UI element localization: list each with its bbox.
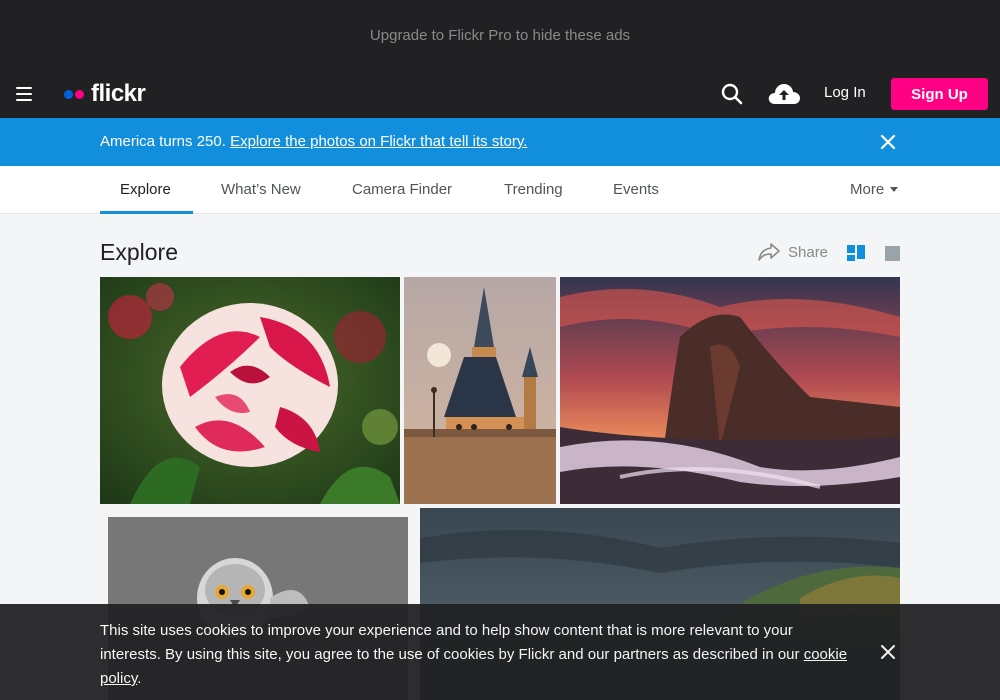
top-navigation: flickr Log In Sign Up bbox=[0, 70, 1000, 118]
cookie-banner: This site uses cookies to improve your e… bbox=[0, 604, 1000, 700]
share-button[interactable]: Share bbox=[758, 242, 828, 262]
logo-blue-dot bbox=[64, 89, 73, 99]
close-icon[interactable] bbox=[880, 134, 896, 150]
page-title: Explore bbox=[100, 239, 178, 265]
more-dropdown[interactable]: More bbox=[850, 181, 899, 198]
tab-camera-finder[interactable]: Camera Finder bbox=[352, 181, 452, 198]
ad-text[interactable]: Upgrade to Flickr Pro to hide these ads bbox=[370, 27, 630, 44]
search-icon[interactable] bbox=[721, 83, 743, 105]
share-icon bbox=[758, 243, 780, 261]
logo-wordmark: flickr bbox=[91, 80, 146, 107]
photo-tile-castle[interactable] bbox=[404, 277, 556, 504]
announcement-bar: America turns 250. Explore the photos on… bbox=[0, 118, 1000, 166]
more-label: More bbox=[850, 181, 885, 198]
photo-tile-rose[interactable] bbox=[100, 277, 400, 504]
cookie-suffix: . bbox=[137, 670, 142, 687]
upload-cloud-icon[interactable] bbox=[767, 82, 801, 106]
announcement-text: America turns 250. Explore the photos on… bbox=[100, 133, 527, 150]
announcement-prefix: America turns 250. bbox=[100, 133, 226, 150]
logo-pink-dot bbox=[75, 89, 84, 99]
close-icon[interactable] bbox=[880, 644, 896, 660]
sub-navigation: Explore What’s New Camera Finder Trendin… bbox=[0, 166, 1000, 214]
castle-photo bbox=[404, 277, 556, 504]
cookie-message: This site uses cookies to improve your e… bbox=[100, 619, 850, 691]
tab-trending[interactable]: Trending bbox=[504, 181, 563, 198]
signup-button[interactable]: Sign Up bbox=[891, 78, 988, 110]
login-link[interactable]: Log In bbox=[824, 84, 866, 101]
cookie-text: This site uses cookies to improve your e… bbox=[100, 622, 804, 663]
ad-banner[interactable]: Upgrade to Flickr Pro to hide these ads bbox=[0, 0, 1000, 70]
tab-whats-new[interactable]: What’s New bbox=[221, 181, 301, 198]
rose-photo bbox=[100, 277, 400, 504]
tab-events[interactable]: Events bbox=[613, 181, 659, 198]
photo-tile-coast[interactable] bbox=[560, 277, 900, 504]
flickr-logo[interactable]: flickr bbox=[64, 80, 146, 108]
caret-down-icon bbox=[890, 187, 899, 192]
menu-icon[interactable] bbox=[16, 87, 32, 101]
single-view-icon[interactable] bbox=[885, 246, 900, 261]
justified-view-icon[interactable] bbox=[847, 245, 865, 261]
coast-photo bbox=[560, 277, 900, 504]
tab-explore[interactable]: Explore bbox=[120, 181, 171, 198]
share-label: Share bbox=[788, 243, 829, 261]
active-tab-indicator bbox=[100, 211, 193, 214]
announcement-link[interactable]: Explore the photos on Flickr that tell i… bbox=[230, 133, 527, 150]
